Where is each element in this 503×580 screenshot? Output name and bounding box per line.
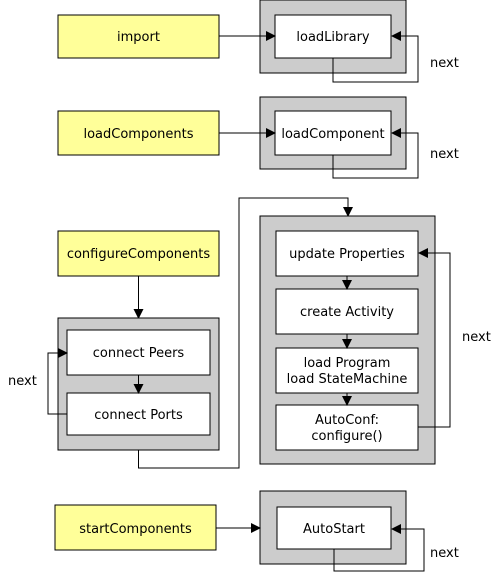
task-autostart-label: AutoStart xyxy=(303,522,365,537)
task-load-library-label: loadLibrary xyxy=(296,30,370,45)
diagram-canvas: import loadLibrary next loadComponents l… xyxy=(8,0,491,572)
task-load-program-label-1: load Program xyxy=(304,356,391,371)
task-create-activity-label: create Activity xyxy=(300,305,394,320)
task-autoconf-label-1: AutoConf: xyxy=(315,413,379,428)
step-configure-components-label: configureComponents xyxy=(67,247,211,262)
task-load-component-label: loadComponent xyxy=(281,127,384,142)
step-start-components-label: startComponents xyxy=(79,522,192,537)
loop-label-1: next xyxy=(430,56,459,71)
task-autoconf-label-2: configure() xyxy=(311,429,382,444)
task-connect-peers-label: connect Peers xyxy=(93,346,185,361)
step-load-components-label: loadComponents xyxy=(83,127,193,142)
loop-label-3: next xyxy=(8,374,37,389)
loop-label-5: next xyxy=(430,546,459,561)
loop-label-2: next xyxy=(430,147,459,162)
loop-label-4: next xyxy=(462,330,491,345)
step-import-label: import xyxy=(117,30,160,45)
task-connect-ports-label: connect Ports xyxy=(94,408,183,423)
task-load-program-label-2: load StateMachine xyxy=(287,372,408,387)
task-update-properties-label: update Properties xyxy=(289,247,405,262)
